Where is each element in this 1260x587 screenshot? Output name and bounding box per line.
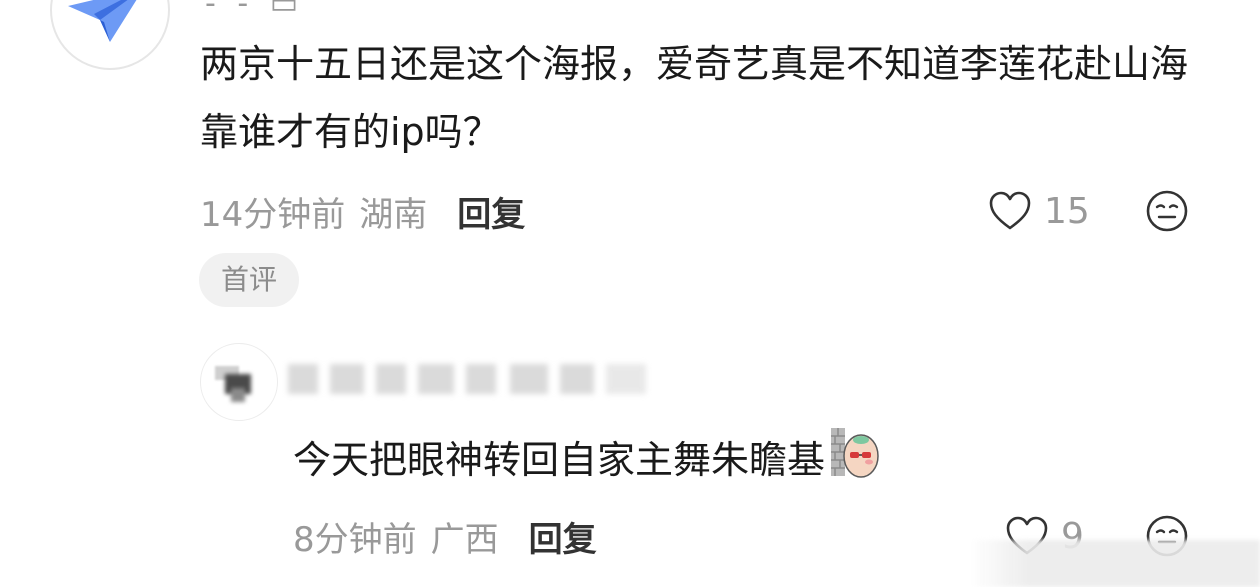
reply-button[interactable]: 回复 (457, 187, 525, 236)
location: 湖南 (359, 194, 428, 235)
reply-author-name-blurred[interactable] (288, 350, 688, 410)
sleepy-face-icon (1146, 190, 1188, 232)
reply-text: 今天把眼神转回自家主舞朱瞻基 (293, 437, 826, 482)
timestamp: 14分钟前 (200, 194, 346, 235)
avatar[interactable] (50, 0, 170, 70)
reply-text-row: 今天把眼神转回自家主舞朱瞻基 (293, 426, 881, 493)
emoji-react-button[interactable] (1145, 189, 1189, 237)
first-comment-badge: 首评 (199, 253, 300, 307)
paper-plane-icon (68, 0, 137, 42)
watermark-overlay (970, 540, 1260, 587)
reply-location: 广西 (430, 519, 499, 560)
peeking-egg-sticker (827, 426, 881, 493)
comment-text: 两京十五日还是这个海报，爱奇艺真是不知道李莲花赴山海靠谁才有的ip吗？ (200, 42, 1189, 154)
author-name[interactable]: - - ▭ (205, 0, 304, 21)
reply-timestamp: 8分钟前 (293, 519, 417, 560)
comment-meta: 14分钟前 湖南 回复 (200, 185, 525, 237)
like-button[interactable]: 15 (988, 188, 1090, 234)
like-count: 15 (1044, 190, 1090, 232)
reply-reply-button[interactable]: 回复 (529, 512, 597, 561)
heart-outline-icon (989, 191, 1031, 230)
reply-meta: 8分钟前 广西 回复 (293, 510, 597, 562)
reply-avatar[interactable] (200, 343, 278, 421)
